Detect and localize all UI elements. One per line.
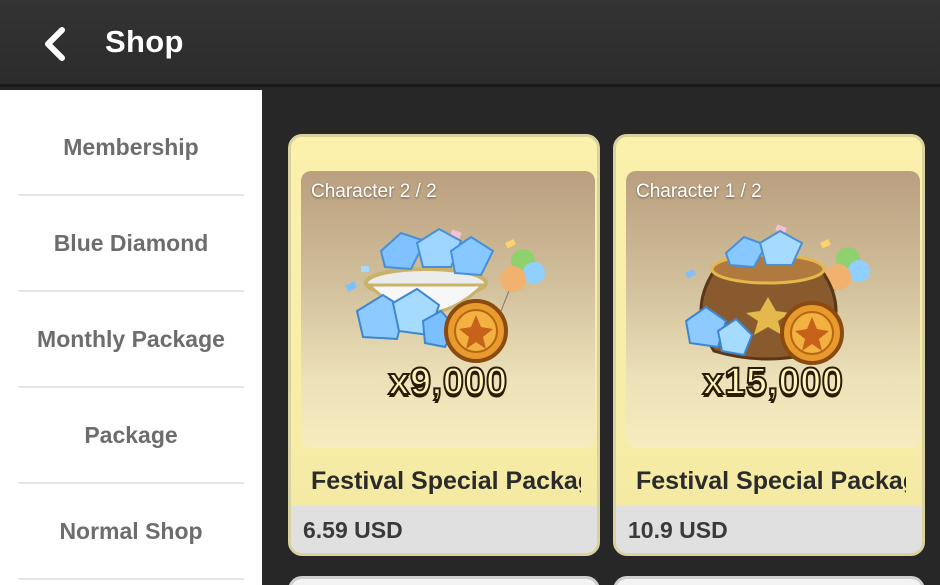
sidebar-item-package[interactable]: Package xyxy=(18,388,244,484)
product-name: Festival Special Package xyxy=(311,467,581,495)
product-card-partial[interactable] xyxy=(613,576,925,585)
page-title: Shop xyxy=(105,24,184,59)
price-label: 6.59 USD xyxy=(291,506,597,553)
sidebar-item-normal-shop[interactable]: Normal Shop xyxy=(18,484,244,580)
product-name: Festival Special Package xyxy=(636,467,906,495)
product-card-partial[interactable] xyxy=(288,576,600,585)
product-image: Character 2 / 2 x9,000 xyxy=(301,171,595,448)
product-quantity: x9,000 xyxy=(387,360,508,404)
diamond-bowl-icon xyxy=(345,227,545,363)
sidebar-item-membership[interactable]: Membership xyxy=(18,100,244,196)
sidebar-item-monthly-package[interactable]: Monthly Package xyxy=(18,292,244,388)
diamond-sack-icon xyxy=(684,224,870,365)
top-bar: Shop xyxy=(0,0,940,87)
sidebar-item-blue-diamond[interactable]: Blue Diamond xyxy=(18,196,244,292)
product-tag: Character 1 / 2 xyxy=(636,181,762,202)
price-label: 10.9 USD xyxy=(616,506,922,553)
product-quantity: x15,000 xyxy=(702,360,844,404)
sidebar: Membership Blue Diamond Monthly Package … xyxy=(0,90,262,585)
product-card[interactable]: Character 2 / 2 x9,000 Festival Special … xyxy=(288,134,600,556)
chevron-left-icon xyxy=(45,27,65,61)
product-grid: Character 2 / 2 x9,000 Festival Special … xyxy=(262,90,940,585)
product-card[interactable]: Character 1 / 2 x15,000 Festival Special… xyxy=(613,134,925,556)
back-button[interactable] xyxy=(32,20,80,68)
product-image: Character 1 / 2 x15,000 xyxy=(626,171,920,448)
product-tag: Character 2 / 2 xyxy=(311,181,437,202)
